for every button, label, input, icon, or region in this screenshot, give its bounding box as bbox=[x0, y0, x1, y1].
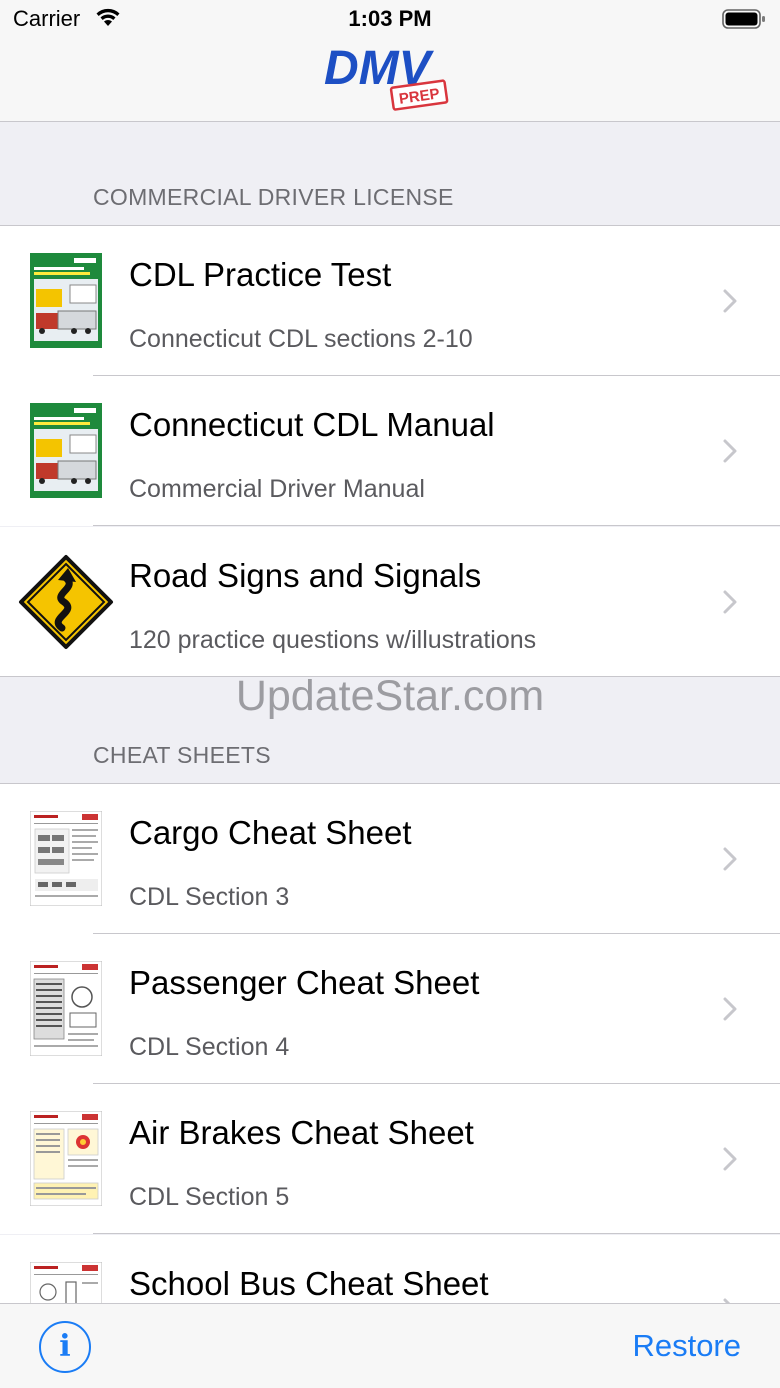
list-item-air-brakes-cheat-sheet[interactable]: Air Brakes Cheat Sheet CDL Section 5 bbox=[0, 1084, 780, 1234]
row-separator bbox=[93, 525, 780, 526]
list-item-road-signs-and-signals[interactable]: Road Signs and Signals 120 practice ques… bbox=[0, 527, 780, 677]
cdl-manual-cover-icon bbox=[30, 403, 102, 498]
chevron-right-icon bbox=[723, 439, 737, 463]
item-subtitle: 120 practice questions w/illustrations bbox=[129, 626, 537, 654]
chevron-right-icon bbox=[723, 289, 737, 313]
row-separator bbox=[93, 1233, 780, 1234]
chevron-right-icon bbox=[723, 590, 737, 614]
item-title: Passenger Cheat Sheet bbox=[129, 964, 480, 1001]
cdl-manual-cover-icon bbox=[30, 253, 102, 348]
cheat-sheet-thumbnail-icon bbox=[30, 1111, 102, 1206]
cheat-sheet-thumbnail-icon bbox=[30, 811, 102, 906]
item-title: Connecticut CDL Manual bbox=[129, 406, 495, 443]
dmv-prep-logo: DMV PREP bbox=[324, 42, 449, 111]
item-title: Road Signs and Signals bbox=[129, 557, 482, 594]
item-subtitle: Commercial Driver Manual bbox=[129, 475, 425, 503]
list-item-passenger-cheat-sheet[interactable]: Passenger Cheat Sheet CDL Section 4 bbox=[0, 934, 780, 1084]
chevron-right-icon bbox=[723, 997, 737, 1021]
list-item-connecticut-cdl-manual[interactable]: Connecticut CDL Manual Commercial Driver… bbox=[0, 376, 780, 526]
section-header-label: COMMERCIAL DRIVER LICENSE bbox=[93, 184, 454, 210]
list-item-cdl-practice-test[interactable]: CDL Practice Test Connecticut CDL sectio… bbox=[0, 226, 780, 376]
section-header-label: CHEAT SHEETS bbox=[93, 742, 271, 768]
bottom-toolbar: i Restore bbox=[0, 1303, 780, 1388]
item-subtitle: CDL Section 5 bbox=[129, 1183, 290, 1211]
chevron-right-icon bbox=[723, 847, 737, 871]
item-subtitle: CDL Section 4 bbox=[129, 1033, 290, 1061]
item-title: School Bus Cheat Sheet bbox=[129, 1265, 489, 1302]
restore-button[interactable]: Restore bbox=[632, 1328, 741, 1364]
list-item-cargo-cheat-sheet[interactable]: Cargo Cheat Sheet CDL Section 3 bbox=[0, 784, 780, 934]
navigation-bar: DMV PREP bbox=[0, 40, 780, 122]
status-bar: Carrier 1:03 PM bbox=[0, 0, 780, 40]
item-title: Air Brakes Cheat Sheet bbox=[129, 1114, 474, 1151]
battery-icon bbox=[722, 9, 765, 29]
section-header-commercial-driver-license: COMMERCIAL DRIVER LICENSE bbox=[0, 122, 780, 226]
info-button[interactable]: i bbox=[39, 1321, 91, 1373]
item-title: CDL Practice Test bbox=[129, 256, 392, 293]
item-subtitle: CDL Section 3 bbox=[129, 883, 290, 911]
winding-road-sign-icon bbox=[19, 555, 113, 649]
cheat-sheet-thumbnail-icon bbox=[30, 961, 102, 1056]
watermark: UpdateStar.com bbox=[235, 672, 545, 720]
chevron-right-icon bbox=[723, 1147, 737, 1171]
item-title: Cargo Cheat Sheet bbox=[129, 814, 412, 851]
item-subtitle: Connecticut CDL sections 2-10 bbox=[129, 325, 473, 353]
clock: 1:03 PM bbox=[348, 6, 432, 31]
